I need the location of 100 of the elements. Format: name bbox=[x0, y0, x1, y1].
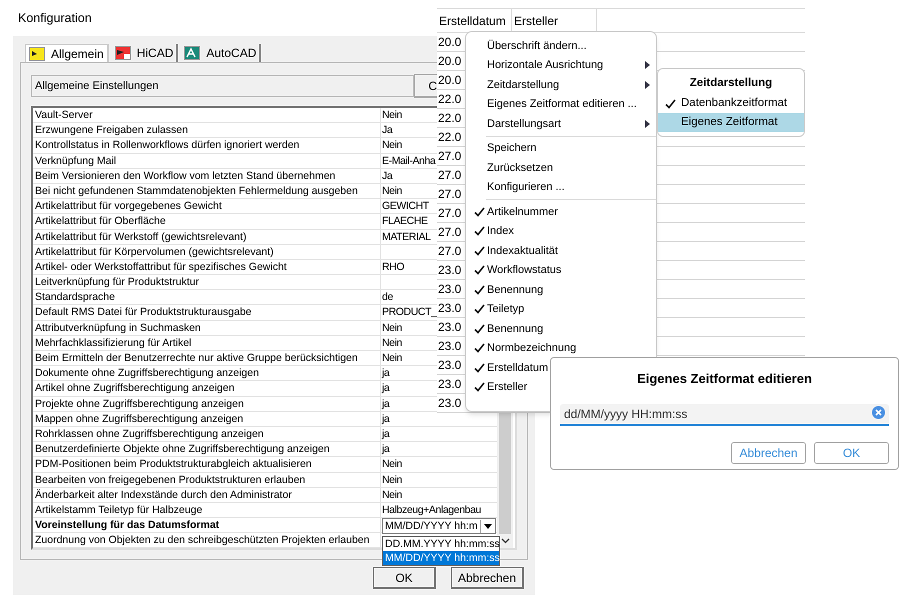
setting-label: Rohrklassen ohne Zugriffsberechtigung anzeigen bbox=[33, 426, 381, 442]
menu-item[interactable]: Benennung bbox=[487, 282, 650, 298]
setting-label: Kontrollstatus in Rollenworkflows dürfen ignoriert werden bbox=[33, 138, 381, 153]
setting-value: Nein bbox=[382, 108, 402, 123]
menu-item[interactable]: Zurücksetzen bbox=[487, 160, 650, 176]
submenu-arrow-icon bbox=[645, 80, 650, 89]
menu-item[interactable]: Überschrift ändern... bbox=[487, 38, 650, 54]
tab[interactable]: Allgemein bbox=[25, 44, 109, 62]
setting-label: Benutzerdefinierte Objekte ohne Zugriffsberechtigung anzeigen bbox=[33, 442, 381, 456]
dialog-title: Eigenes Zeitformat editieren bbox=[636, 370, 813, 388]
setting-label: Beim Versionieren den Workflow vom letzten Stand übernehmen bbox=[33, 168, 381, 183]
date-format-dropdown[interactable]: MM/DD/YYYY hh:m bbox=[382, 518, 496, 534]
setting-label: Projekte ohne Zugriffsberechtigung anzeigen bbox=[33, 396, 381, 411]
setting-label: Artikelstamm Teiletyp für Halbzeuge bbox=[33, 502, 381, 518]
setting-value: Nein bbox=[382, 320, 402, 336]
menu-item[interactable]: Eigenes Zeitformat editieren ... bbox=[487, 96, 650, 112]
setting-label: Erzwungene Freigaben zulassen bbox=[33, 123, 381, 138]
menu-item[interactable]: Artikelnummer bbox=[487, 204, 650, 220]
setting-label: Mappen ohne Zugriffsberechtigung anzeigen bbox=[33, 412, 381, 426]
date-cell-text: 27.0 bbox=[437, 148, 462, 165]
date-cell-text: 22.0 bbox=[437, 91, 462, 108]
setting-label: Voreinstellung für das Datumsformat bbox=[33, 518, 381, 532]
date-cell-text: 27.0 bbox=[437, 224, 462, 241]
setting-value: RHO bbox=[382, 260, 404, 275]
setting-value: Nein bbox=[382, 457, 402, 472]
setting-value: Nein bbox=[382, 138, 402, 154]
menu-item[interactable]: Speichern bbox=[487, 140, 650, 156]
setting-value: Nein bbox=[382, 351, 402, 366]
setting-label: Bei nicht gefundenen Stammdatenobjekten Fehlermeldung ausgeben bbox=[33, 184, 381, 198]
menu-item[interactable]: Darstellungsart bbox=[487, 116, 645, 132]
setting-value: GEWICHT bbox=[382, 199, 429, 214]
date-cell-text: 20.0 bbox=[437, 72, 462, 89]
format-field[interactable]: dd/MM/yyyy HH:mm:ss bbox=[560, 404, 889, 426]
section-button[interactable]: C bbox=[414, 74, 438, 98]
setting-value: MATERIAL bbox=[382, 230, 431, 244]
submenu-item[interactable]: Datenbankzeitformat bbox=[681, 94, 788, 112]
setting-label: Verknüpfung Mail bbox=[33, 154, 381, 168]
setting-value: de bbox=[382, 290, 393, 306]
menu-item[interactable]: Horizontale Ausrichtung bbox=[487, 57, 645, 74]
menu-item[interactable]: Normbezeichnung bbox=[487, 340, 650, 356]
setting-value: ja bbox=[382, 381, 390, 396]
date-cell-text: 23.0 bbox=[437, 357, 462, 374]
setting-label: Artikel ohne Zugriffsberechtigung anzeigen bbox=[33, 381, 381, 396]
menu-item[interactable]: Konfigurieren ... bbox=[487, 179, 650, 196]
section-field[interactable]: Allgemeine Einstellungen bbox=[31, 75, 414, 97]
setting-label: Mehrfachklassifizierung für Artikel bbox=[33, 336, 381, 350]
dialog-button[interactable]: OK bbox=[373, 567, 436, 590]
setting-label: PDM-Positionen beim Produktstrukturabgleich aktualisieren bbox=[33, 457, 381, 472]
date-cell-text: 27.0 bbox=[437, 186, 462, 203]
date-cell-text: 27.0 bbox=[437, 167, 462, 184]
menu-item[interactable]: Index bbox=[487, 223, 650, 240]
setting-label: Leitverknüpfung für Produktstruktur bbox=[33, 275, 381, 290]
setting-label: Zuordnung von Objekten zu den schreibgeschützten Projekten erlauben bbox=[33, 533, 381, 548]
tab-icon bbox=[114, 46, 131, 60]
clear-icon[interactable] bbox=[872, 406, 885, 418]
setting-label: Artikel- oder Werkstoffattribut für spezifisches Gewicht bbox=[33, 260, 381, 274]
date-cell-text: 23.0 bbox=[437, 395, 462, 412]
tab-icon bbox=[29, 46, 45, 60]
menu-item[interactable]: Teiletyp bbox=[487, 301, 650, 318]
menu-item[interactable]: Zeitdarstellung bbox=[487, 76, 645, 93]
setting-label: Artikelattribut für Werkstoff (gewichtsrelevant) bbox=[33, 230, 381, 244]
setting-value: ja bbox=[382, 412, 390, 427]
setting-value: E-Mail-Anha bbox=[382, 154, 436, 169]
menu-item[interactable]: Benennung bbox=[487, 320, 650, 337]
setting-label: Artikelattribut für Körpervolumen (gewichtsrelevant) bbox=[33, 244, 381, 259]
date-cell-text: 23.0 bbox=[437, 338, 462, 355]
setting-label: Änderbarkeit alter Indexstände durch den Administrator bbox=[33, 488, 381, 502]
setting-value: ja bbox=[382, 366, 390, 382]
setting-label: Standardsprache bbox=[33, 290, 381, 304]
setting-value: ja bbox=[382, 426, 390, 442]
setting-label: Bearbeiten von freigegebenen Produktstrukturen erlauben bbox=[33, 472, 381, 487]
menu-item[interactable]: Indexaktualität bbox=[487, 242, 650, 259]
date-cell-text: 23.0 bbox=[437, 262, 462, 279]
date-cell-text: 23.0 bbox=[437, 300, 462, 317]
date-cell-text: 23.0 bbox=[437, 376, 462, 393]
setting-value: Ja bbox=[382, 123, 392, 138]
setting-value: Nein bbox=[382, 488, 402, 503]
submenu-arrow-icon bbox=[645, 120, 650, 128]
dropdown-option[interactable]: MM/DD/YYYY hh:mm:ss bbox=[383, 551, 499, 566]
setting-label: Beim Ermitteln der Benutzerrechte nur aktive Gruppe berücksichtigen bbox=[33, 351, 381, 366]
setting-value: PRODUCT_ bbox=[382, 305, 437, 320]
date-cell-text: 27.0 bbox=[437, 243, 462, 260]
setting-label: Artikelattribut für vorgegebenes Gewicht bbox=[33, 199, 381, 214]
submenu-arrow-icon bbox=[645, 61, 650, 70]
setting-label: Attributverknüpfung in Suchmasken bbox=[33, 320, 381, 335]
date-cell-text: 23.0 bbox=[437, 319, 462, 336]
date-cell-text: 20.0 bbox=[437, 34, 462, 51]
window-title: Konfiguration bbox=[18, 10, 92, 27]
menu-item[interactable]: Workflowstatus bbox=[487, 262, 650, 278]
setting-label: Vault-Server bbox=[33, 108, 381, 122]
setting-label: Dokumente ohne Zugriffsberechtigung anzeigen bbox=[33, 366, 381, 380]
setting-label: Default RMS Datei für Produktstrukturausgabe bbox=[33, 305, 381, 320]
tab[interactable]: AutoCAD bbox=[181, 44, 262, 62]
setting-value: ja bbox=[382, 442, 390, 458]
setting-label: Artikelattribut für Oberfläche bbox=[33, 214, 381, 228]
scroll-down-icon[interactable] bbox=[500, 538, 510, 544]
setting-value: Ja bbox=[382, 168, 392, 184]
setting-value: Nein bbox=[382, 184, 402, 199]
dialog-button[interactable]: Abbrechen bbox=[451, 567, 524, 590]
caret-icon bbox=[484, 524, 492, 529]
